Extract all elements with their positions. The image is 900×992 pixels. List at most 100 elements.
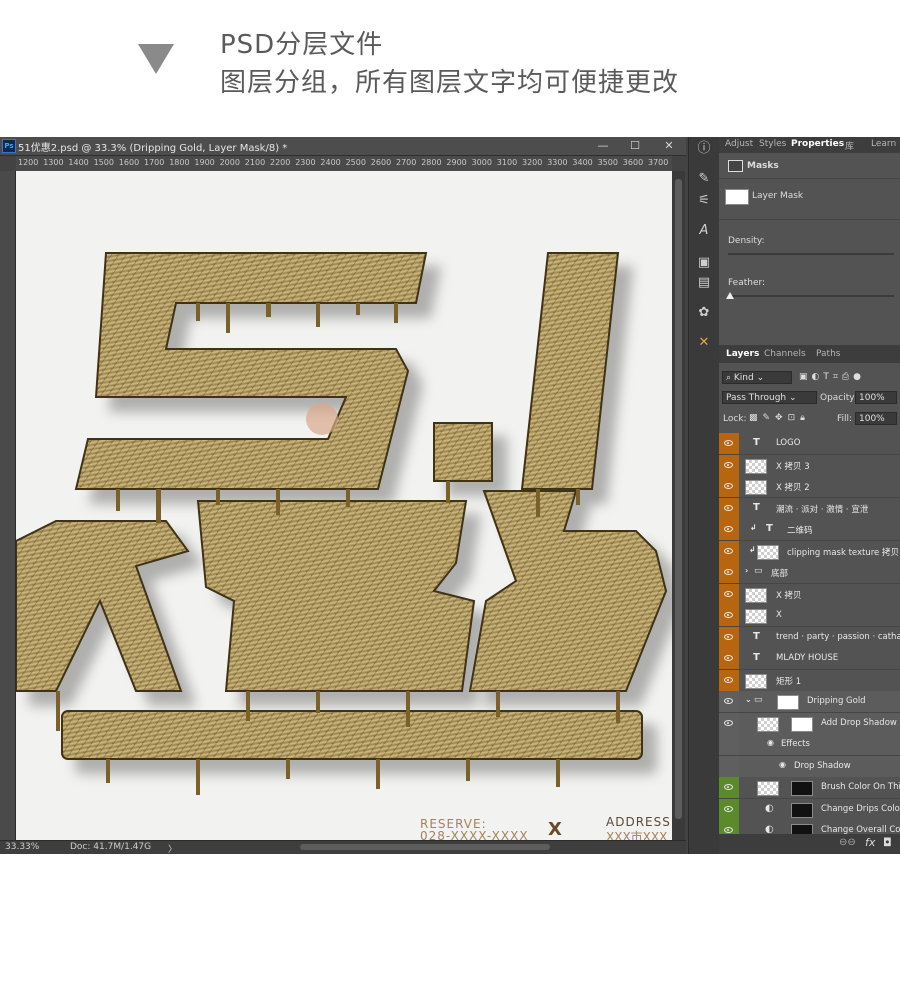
layer-thumbnail[interactable]	[757, 544, 779, 560]
visibility-eye-icon[interactable]	[719, 669, 739, 691]
layer-row[interactable]: ◉ Drop Shadow	[719, 755, 900, 778]
link-layers-icon[interactable]: ⊖⊖	[839, 837, 856, 848]
layer-mask-thumbnail[interactable]	[791, 716, 813, 732]
panel-icon-strip: ⓘ ✎ ⚟ A ▣ ▤ ✿ ✕	[688, 137, 720, 854]
density-slider[interactable]	[728, 253, 894, 255]
visibility-eye-icon[interactable]	[719, 583, 739, 605]
fill-input[interactable]: 100%	[855, 412, 897, 425]
info-icon[interactable]: ⓘ	[696, 141, 712, 157]
layer-filter-kind[interactable]: ⌕ Kind ⌄	[722, 371, 792, 384]
maximize-button[interactable]: ☐	[626, 138, 644, 154]
tab-properties[interactable]: Properties	[791, 139, 844, 149]
add-mask-icon[interactable]: ◘	[883, 836, 892, 849]
close-button[interactable]: ✕	[660, 138, 678, 154]
visibility-eye-icon[interactable]	[719, 497, 739, 519]
visibility-eye-icon[interactable]	[719, 755, 739, 777]
layer-thumbnail[interactable]	[745, 609, 767, 624]
layer-row[interactable]: T 潮流 · 派对 · 激情 · 宣泄	[719, 497, 900, 520]
layer-row[interactable]: X 拷贝 3	[719, 454, 900, 477]
ruler-mark: 3500	[597, 158, 618, 167]
layer-thumbnail[interactable]	[757, 781, 779, 796]
tool-presets-icon[interactable]: ✿	[696, 305, 712, 321]
visibility-eye-icon[interactable]	[719, 433, 739, 454]
layer-row[interactable]: Add Drop Shadow	[719, 712, 900, 735]
zoom-level[interactable]: 33.33%	[5, 842, 39, 852]
layer-row[interactable]: ↲ clipping mask texture 拷贝	[719, 540, 900, 563]
tab-channels[interactable]: Channels	[764, 349, 806, 359]
layer-row[interactable]: Brush Color On This	[719, 777, 900, 799]
brush-settings-icon[interactable]: ✕	[696, 335, 712, 351]
filter-icons[interactable]: ▣◐T⌗⎙●	[799, 372, 865, 382]
tab-learn[interactable]: Learn	[871, 139, 896, 149]
layer-row[interactable]: T ↲ 二维码	[719, 519, 900, 541]
history-icon[interactable]: ▤	[696, 275, 712, 291]
visibility-eye-icon[interactable]	[719, 454, 739, 476]
layer-row[interactable]: › ▭ 底部	[719, 562, 900, 584]
ruler-mark: 2300	[295, 158, 316, 167]
layer-row[interactable]: ⌄ ▭ Dripping Gold	[719, 691, 900, 713]
header-line-1: PSD分层文件	[220, 30, 384, 60]
layer-mask-thumbnail[interactable]	[791, 802, 813, 818]
layer-row[interactable]: X	[719, 605, 900, 627]
visibility-eye-icon[interactable]	[719, 712, 739, 734]
ruler-mark: 2800	[421, 158, 442, 167]
visibility-eye-icon[interactable]	[719, 519, 739, 540]
status-menu-arrow[interactable]: 〉	[168, 842, 177, 854]
minimize-button[interactable]: —	[594, 138, 612, 154]
layer-thumbnail[interactable]	[757, 716, 779, 732]
layer-row[interactable]: Ttrend · party · passion · catharsis	[719, 626, 900, 649]
group-toggle-icon[interactable]: ›	[745, 566, 748, 575]
layer-row[interactable]: 矩形 1	[719, 669, 900, 692]
layer-row[interactable]: ◐ Change Drips Color	[719, 798, 900, 821]
visibility-eye-icon[interactable]	[719, 476, 739, 497]
ruler-mark: 1400	[68, 158, 89, 167]
tab-styles[interactable]: Styles	[759, 139, 786, 149]
brush-icon[interactable]: ✎	[696, 171, 712, 187]
adjustments-icon[interactable]: ⚟	[696, 193, 712, 209]
triangle-down-icon	[138, 44, 174, 74]
effect-eye-icon[interactable]: ◉	[767, 738, 774, 747]
visibility-eye-icon[interactable]	[719, 734, 739, 755]
horizontal-scrollbar[interactable]	[300, 844, 550, 850]
layer-mask-label: Layer Mask	[752, 191, 804, 201]
group-toggle-icon[interactable]: ⌄	[745, 695, 752, 704]
feather-slider-handle[interactable]	[726, 292, 734, 299]
document-tab[interactable]: Ps 51优惠2.psd @ 33.3% (Dripping Gold, Lay…	[0, 137, 686, 156]
layer-row[interactable]: X 拷贝	[719, 583, 900, 606]
vertical-scrollbar[interactable]	[672, 171, 685, 841]
document-canvas[interactable]: RESERVE: 028-XXXX-XXXX X ADDRESS XXX市XXX	[16, 171, 672, 841]
blend-mode-select[interactable]: Pass Through ⌄	[722, 391, 817, 404]
layer-row[interactable]: ◉ Effects	[719, 734, 900, 756]
layers-list[interactable]: T LOGO X 拷贝 3X 拷贝 2 T 潮流 · 派对 · 激情 · 宣泄 T ↲ 二维码…	[719, 433, 900, 843]
layer-thumbnail[interactable]	[745, 673, 767, 689]
fx-icon[interactable]: fx	[865, 836, 875, 849]
navigator-icon[interactable]: ▣	[696, 255, 712, 271]
layer-row[interactable]: T LOGO	[719, 433, 900, 455]
layer-row[interactable]: X 拷贝 2	[719, 476, 900, 498]
layer-row[interactable]: T MLADY HOUSE	[719, 648, 900, 670]
visibility-eye-icon[interactable]	[719, 648, 739, 669]
character-icon[interactable]: A	[696, 223, 712, 239]
opacity-input[interactable]: 100%	[855, 391, 897, 404]
tab-libraries[interactable]: 库	[845, 139, 854, 152]
ruler-mark: 1600	[118, 158, 140, 167]
effect-eye-icon[interactable]: ◉	[779, 760, 786, 769]
tab-paths[interactable]: Paths	[816, 349, 840, 359]
visibility-eye-icon[interactable]	[719, 626, 739, 648]
visibility-eye-icon[interactable]	[719, 540, 739, 562]
visibility-eye-icon[interactable]	[719, 777, 739, 798]
layer-thumbnail[interactable]	[745, 587, 767, 603]
layer-thumbnail[interactable]	[745, 480, 767, 495]
visibility-eye-icon[interactable]	[719, 562, 739, 583]
visibility-eye-icon[interactable]	[719, 691, 739, 712]
layer-mask-thumbnail[interactable]	[725, 189, 749, 205]
visibility-eye-icon[interactable]	[719, 798, 739, 820]
group-mask-thumbnail[interactable]	[777, 695, 799, 710]
layer-thumbnail[interactable]	[745, 458, 767, 474]
tab-adjustments[interactable]: Adjust	[725, 139, 753, 149]
layer-mask-thumbnail[interactable]	[791, 781, 813, 796]
feather-slider[interactable]	[728, 295, 894, 297]
tab-layers[interactable]: Layers	[726, 349, 759, 359]
lock-icons[interactable]: ▩✎✥⊡🔒︎	[749, 413, 810, 423]
visibility-eye-icon[interactable]	[719, 605, 739, 626]
